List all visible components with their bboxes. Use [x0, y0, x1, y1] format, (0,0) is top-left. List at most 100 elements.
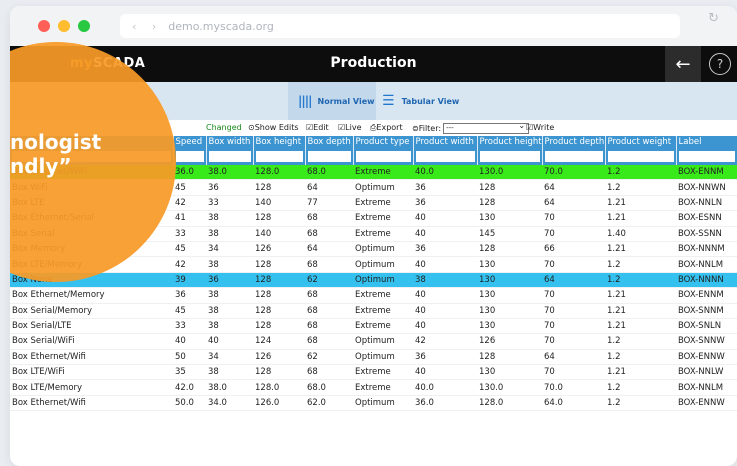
- table-cell[interactable]: 128.0: [253, 379, 305, 396]
- table-cell[interactable]: BOX-ENNM: [676, 165, 737, 181]
- table-cell[interactable]: 1.21: [605, 241, 676, 258]
- table-cell[interactable]: 64: [542, 272, 605, 289]
- table-cell[interactable]: BOX-ESNN: [676, 210, 737, 227]
- column-filter-input[interactable]: [208, 151, 251, 162]
- table-cell[interactable]: 128: [253, 318, 305, 335]
- table-cell[interactable]: Extreme: [353, 287, 413, 304]
- table-cell[interactable]: Box Ethernet/Wifi: [10, 349, 173, 366]
- table-cell[interactable]: 128.0: [477, 395, 542, 412]
- table-cell[interactable]: Extreme: [353, 379, 413, 396]
- table-cell[interactable]: 145: [477, 226, 542, 242]
- table-cell[interactable]: Box LTE/WiFi: [10, 364, 173, 381]
- table-cell[interactable]: 38: [206, 303, 253, 319]
- table-cell[interactable]: 38: [206, 226, 253, 242]
- table-cell[interactable]: BOX-SNLN: [676, 318, 737, 335]
- back-button[interactable]: ←: [665, 46, 701, 82]
- table-cell[interactable]: 130.0: [477, 165, 542, 181]
- table-cell[interactable]: 1.21: [605, 195, 676, 212]
- table-cell[interactable]: 130: [477, 303, 542, 319]
- table-cell[interactable]: 68: [305, 226, 353, 242]
- table-cell[interactable]: 1.40: [605, 226, 676, 242]
- table-cell[interactable]: 70: [542, 333, 605, 350]
- table-cell[interactable]: 50.0: [173, 395, 206, 412]
- table-cell[interactable]: 40.0: [413, 165, 477, 181]
- table-cell[interactable]: 40: [413, 256, 477, 273]
- column-filter-input[interactable]: [355, 151, 411, 162]
- table-cell[interactable]: BOX-ENNM: [676, 287, 737, 304]
- table-cell[interactable]: 33: [173, 226, 206, 242]
- table-cell[interactable]: 36: [413, 195, 477, 212]
- table-cell[interactable]: 126.0: [253, 395, 305, 412]
- table-cell[interactable]: 128: [253, 256, 305, 273]
- table-cell[interactable]: 126: [253, 241, 305, 258]
- table-cell[interactable]: 130: [477, 318, 542, 335]
- column-filter-input[interactable]: [544, 151, 603, 162]
- table-cell[interactable]: BOX-NNLW: [676, 364, 737, 381]
- table-cell[interactable]: BOX-NNLM: [676, 256, 737, 273]
- table-cell[interactable]: 128: [477, 179, 542, 196]
- table-cell[interactable]: Optimum: [353, 179, 413, 196]
- table-cell[interactable]: 38: [206, 318, 253, 335]
- table-cell[interactable]: 41: [173, 210, 206, 227]
- table-cell[interactable]: Extreme: [353, 318, 413, 335]
- column-filter-input[interactable]: [678, 151, 735, 162]
- table-cell[interactable]: Optimum: [353, 395, 413, 412]
- table-cell[interactable]: 62: [305, 272, 353, 289]
- table-cell[interactable]: Extreme: [353, 303, 413, 319]
- filter-select[interactable]: ---: [443, 121, 530, 134]
- column-header[interactable]: Box depth: [305, 136, 354, 148]
- table-cell[interactable]: 70.0: [542, 379, 605, 396]
- table-cell[interactable]: 1.21: [605, 364, 676, 381]
- table-cell[interactable]: 68.0: [305, 165, 353, 181]
- table-cell[interactable]: 130: [477, 210, 542, 227]
- table-cell[interactable]: 68.0: [305, 379, 353, 396]
- table-cell[interactable]: Extreme: [353, 195, 413, 212]
- table-cell[interactable]: 68: [305, 318, 353, 335]
- table-cell[interactable]: 68: [305, 303, 353, 319]
- table-cell[interactable]: 39: [173, 272, 206, 289]
- table-cell[interactable]: 68: [305, 287, 353, 304]
- column-header[interactable]: Label: [676, 136, 737, 148]
- table-cell[interactable]: 33: [206, 195, 253, 212]
- table-cell[interactable]: 64: [542, 195, 605, 212]
- table-row[interactable]: Box LTE/Memory 42.0 38.0 128.0 68.0 Extreme 40…: [10, 379, 737, 396]
- table-cell[interactable]: 64.0: [542, 395, 605, 412]
- tabular-view-tab[interactable]: ☰ Tabular View: [382, 82, 459, 120]
- table-cell[interactable]: 130: [477, 287, 542, 304]
- table-cell[interactable]: 128: [253, 287, 305, 304]
- table-cell[interactable]: 64: [542, 349, 605, 366]
- table-cell[interactable]: 38.0: [206, 379, 253, 396]
- table-cell[interactable]: 124: [253, 333, 305, 350]
- column-filter-input[interactable]: [175, 151, 204, 162]
- table-cell[interactable]: 50: [173, 349, 206, 366]
- table-cell[interactable]: 128.0: [253, 165, 305, 181]
- table-cell[interactable]: 36: [206, 179, 253, 196]
- table-cell[interactable]: 70: [542, 303, 605, 319]
- table-cell[interactable]: 70: [542, 318, 605, 335]
- address-bar[interactable]: ‹ › demo.myscada.org: [120, 14, 680, 38]
- table-cell[interactable]: Optimum: [353, 333, 413, 350]
- table-cell[interactable]: Box Ethernet/Wifi: [10, 395, 173, 412]
- table-cell[interactable]: 130: [477, 364, 542, 381]
- write-toggle[interactable]: ☑Write: [526, 123, 554, 132]
- table-cell[interactable]: 40: [413, 226, 477, 242]
- table-cell[interactable]: 38.0: [206, 165, 253, 181]
- export-button[interactable]: ⎙Export: [370, 123, 403, 133]
- table-cell[interactable]: 34.0: [206, 395, 253, 412]
- table-cell[interactable]: 36: [173, 287, 206, 304]
- table-cell[interactable]: 140: [253, 226, 305, 242]
- table-cell[interactable]: Box LTE/Memory: [10, 379, 173, 396]
- table-cell[interactable]: 70: [542, 226, 605, 242]
- nav-arrows-icon[interactable]: ‹ ›: [132, 20, 162, 33]
- table-cell[interactable]: 40: [413, 318, 477, 335]
- table-cell[interactable]: 33: [173, 318, 206, 335]
- table-cell[interactable]: 128: [253, 303, 305, 319]
- normal-view-tab[interactable]: |||| Normal View: [288, 82, 376, 120]
- column-header[interactable]: Box height: [253, 136, 306, 148]
- table-cell[interactable]: 1.2: [605, 256, 676, 273]
- table-cell[interactable]: 38: [206, 364, 253, 381]
- table-cell[interactable]: Box Serial/WiFi: [10, 333, 173, 350]
- column-filter-input[interactable]: [607, 151, 674, 162]
- table-cell[interactable]: Extreme: [353, 210, 413, 227]
- table-cell[interactable]: 126: [253, 349, 305, 366]
